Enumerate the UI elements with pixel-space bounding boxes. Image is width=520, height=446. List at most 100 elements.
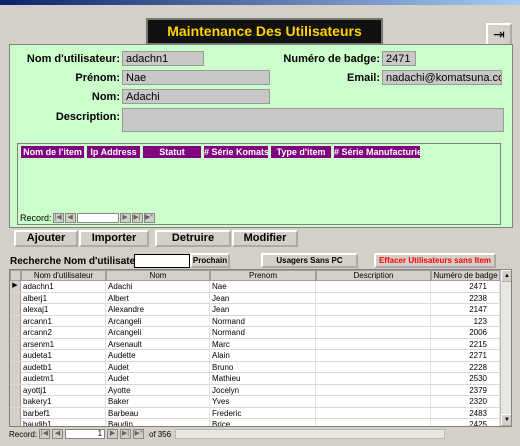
new-record-icon[interactable]: ▶* — [133, 429, 145, 439]
table-cell[interactable]: Alain — [210, 350, 316, 361]
table-cell[interactable]: barbef1 — [21, 407, 106, 419]
table-cell[interactable]: bakery1 — [21, 396, 106, 407]
table-cell[interactable] — [316, 327, 431, 338]
table-cell[interactable]: Baker — [106, 396, 210, 407]
first-record-icon[interactable]: |◀ — [52, 213, 64, 223]
table-cell[interactable]: 2320 — [431, 396, 500, 407]
table-cell[interactable]: Arcangeli — [106, 327, 210, 338]
scroll-up-icon[interactable]: ▲ — [501, 270, 511, 282]
nom-field[interactable]: Adachi — [122, 89, 270, 104]
table-cell[interactable] — [316, 384, 431, 396]
table-cell[interactable]: Normand — [210, 315, 316, 327]
grid-col-numero-badge[interactable]: Numéro de badge — [431, 270, 500, 281]
description-field[interactable] — [122, 108, 504, 132]
numero-badge-field[interactable]: 2471 — [382, 51, 416, 66]
row-selector[interactable] — [10, 304, 21, 315]
table-cell[interactable]: 2379 — [431, 384, 500, 396]
table-cell[interactable]: alberj1 — [21, 292, 106, 304]
table-cell[interactable] — [316, 304, 431, 315]
effacer-utilisateurs-button[interactable]: Effacer Utilisateurs sans Item — [374, 253, 496, 268]
modifier-button[interactable]: Modifier — [232, 230, 298, 247]
table-cell[interactable]: ayottj1 — [21, 384, 106, 396]
table-cell[interactable]: Jean — [210, 292, 316, 304]
table-cell[interactable] — [316, 292, 431, 304]
row-selector[interactable] — [10, 373, 21, 384]
table-row[interactable]: arcann2 Arcangeli Normand 2006 — [10, 327, 500, 339]
table-cell[interactable]: baudib1 — [21, 419, 106, 426]
row-selector[interactable] — [10, 419, 21, 426]
next-record-icon[interactable]: ▶ — [107, 429, 119, 439]
table-cell[interactable]: audeta1 — [21, 350, 106, 361]
table-cell[interactable]: Audette — [106, 350, 210, 361]
search-input[interactable] — [134, 254, 190, 268]
table-cell[interactable]: 2228 — [431, 361, 500, 373]
row-selector[interactable] — [10, 407, 21, 419]
table-cell[interactable]: Marc — [210, 338, 316, 350]
email-field[interactable]: nadachi@komatsuna.com — [382, 70, 502, 85]
table-cell[interactable]: Arsenault — [106, 338, 210, 350]
detruire-button[interactable]: Detruire — [155, 230, 231, 247]
table-cell[interactable]: arcann1 — [21, 315, 106, 327]
next-record-icon[interactable]: ▶ — [119, 213, 131, 223]
table-row[interactable]: alberj1 Albert Jean 2238 — [10, 292, 500, 304]
table-row[interactable]: bakery1 Baker Yves 2320 — [10, 396, 500, 408]
nom-utilisateur-field[interactable]: adachn1 — [122, 51, 204, 66]
table-cell[interactable]: Nae — [210, 281, 316, 292]
table-cell[interactable]: arsenm1 — [21, 338, 106, 350]
row-selector[interactable] — [10, 396, 21, 407]
table-row[interactable]: arcann1 Arcangeli Normand 123 — [10, 315, 500, 327]
scroll-down-icon[interactable]: ▼ — [501, 414, 511, 426]
table-cell[interactable]: 2425 — [431, 419, 500, 426]
table-cell[interactable] — [316, 281, 431, 292]
grid-col-description[interactable]: Description — [316, 270, 431, 281]
table-cell[interactable] — [316, 361, 431, 373]
first-record-icon[interactable]: |◀ — [39, 429, 51, 439]
table-cell[interactable]: Bruno — [210, 361, 316, 373]
row-selector[interactable] — [10, 350, 21, 361]
table-cell[interactable]: 2271 — [431, 350, 500, 361]
row-selector[interactable] — [10, 315, 21, 327]
table-cell[interactable]: 2006 — [431, 327, 500, 338]
table-cell[interactable]: Adachi — [106, 281, 210, 292]
usagers-sans-pc-button[interactable]: Usagers Sans PC — [261, 253, 358, 268]
table-cell[interactable] — [316, 407, 431, 419]
table-cell[interactable]: Frederic — [210, 407, 316, 419]
table-cell[interactable]: Baudin — [106, 419, 210, 426]
table-cell[interactable]: 2471 — [431, 281, 500, 292]
vertical-scrollbar[interactable]: ▲ ▼ — [500, 270, 511, 426]
previous-record-icon[interactable]: ◀ — [64, 213, 76, 223]
table-row[interactable]: ▶ adachn1 Adachi Nae 2471 — [10, 281, 500, 293]
table-cell[interactable]: Alexandre — [106, 304, 210, 315]
last-record-icon[interactable]: ▶| — [120, 429, 132, 439]
table-cell[interactable]: 2530 — [431, 373, 500, 384]
table-row[interactable]: baudib1 Baudin Brice 2425 — [10, 419, 500, 426]
table-cell[interactable]: 2215 — [431, 338, 500, 350]
table-row[interactable]: audeta1 Audette Alain 2271 — [10, 350, 500, 362]
row-selector[interactable] — [10, 338, 21, 350]
table-row[interactable]: audetm1 Audet Mathieu 2530 — [10, 373, 500, 385]
last-record-icon[interactable]: ▶| — [131, 213, 143, 223]
table-cell[interactable]: Albert — [106, 292, 210, 304]
table-cell[interactable]: Jocelyn — [210, 384, 316, 396]
table-cell[interactable]: 2238 — [431, 292, 500, 304]
horizontal-scrollbar[interactable] — [175, 429, 446, 439]
previous-record-icon[interactable]: ◀ — [52, 429, 64, 439]
grid-col-prenom[interactable]: Prenom — [210, 270, 316, 281]
table-cell[interactable]: Yves — [210, 396, 316, 407]
table-cell[interactable] — [316, 419, 431, 426]
table-row[interactable]: arsenm1 Arsenault Marc 2215 — [10, 338, 500, 350]
table-cell[interactable]: Ayotte — [106, 384, 210, 396]
table-cell[interactable]: Normand — [210, 327, 316, 338]
prochain-button[interactable]: Prochain — [190, 253, 230, 268]
row-selector[interactable] — [10, 361, 21, 373]
grid-col-nom-utilisateur[interactable]: Nom d'utilisateur — [21, 270, 106, 281]
prenom-field[interactable]: Nae — [122, 70, 270, 85]
new-record-icon[interactable]: ▶* — [143, 213, 155, 223]
row-selector[interactable] — [10, 292, 21, 304]
row-selector[interactable] — [10, 327, 21, 338]
table-row[interactable]: alexaj1 Alexandre Jean 2147 — [10, 304, 500, 316]
current-record-input[interactable]: 1 — [65, 429, 106, 439]
importer-button[interactable]: Importer — [79, 230, 149, 247]
row-selector[interactable] — [10, 384, 21, 396]
table-cell[interactable]: Audet — [106, 361, 210, 373]
